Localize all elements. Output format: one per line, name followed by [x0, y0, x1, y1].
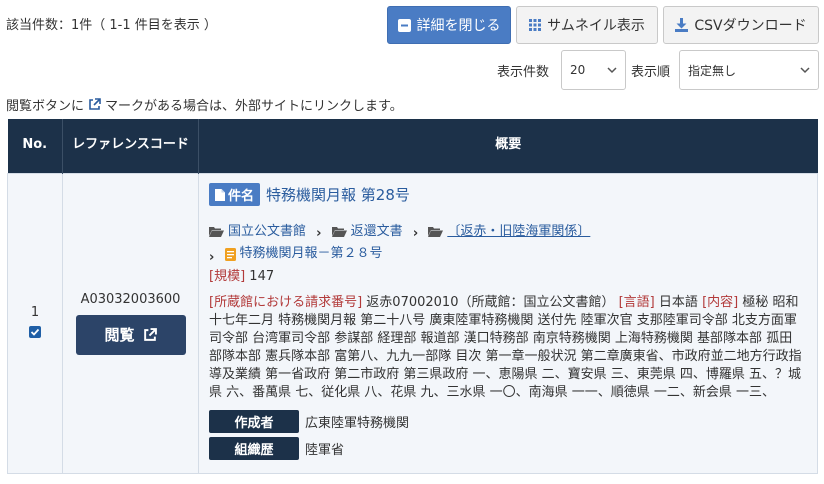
breadcrumb: 国立公文書館 › 返還文書 › 〔返赤・旧陸海軍関係〕 › 特務機関月報－第２８… — [209, 222, 805, 268]
description: [所蔵館における請求番号] 返赤07002010（所蔵館：国立公文書館） [言語… — [209, 294, 805, 402]
close-detail-label: 詳細を閉じる — [416, 18, 501, 34]
external-link-notice: 閲覧ボタンに マークがある場合は、外部サイトにリンクします。 — [6, 95, 403, 114]
reference-code: A03032003600 — [80, 291, 181, 307]
per-page-label: 表示件数 — [497, 65, 550, 80]
view-label: 閲覧 — [104, 326, 135, 344]
order-select[interactable]: 指定無し — [679, 50, 819, 90]
thumbnail-button[interactable]: サムネイル表示 — [516, 6, 658, 44]
header-no: No. — [7, 119, 63, 173]
creator-value: 広東陸軍特務機関 — [305, 415, 410, 431]
notice-before: 閲覧ボタンに — [6, 99, 85, 114]
breadcrumb-label: 特務機関月報－第２８号 — [239, 246, 383, 261]
content-value: 極秘 昭和十七年二月 特務機関月報 第二十八号 廣東陸軍特務機関 送付先 陸軍次… — [209, 294, 802, 400]
breadcrumb-label: 〔返赤・旧陸海軍関係〕 — [447, 223, 591, 239]
row-number: 1 — [30, 304, 40, 320]
breadcrumb-item[interactable]: 〔返赤・旧陸海軍関係〕 — [428, 222, 590, 242]
document-icon — [224, 247, 236, 261]
row-no-cell: 1 — [7, 172, 63, 474]
document-icon — [215, 188, 225, 201]
breadcrumb-label: 国立公文書館 — [228, 223, 307, 239]
grid-icon — [529, 19, 542, 31]
results-table: No. レファレンスコード 概要 1 A03032003600 閲覧 件名 特務… — [7, 119, 818, 474]
download-icon — [675, 18, 689, 32]
header-summary: 概要 — [198, 119, 818, 173]
request-label: [所蔵館における請求番号] — [209, 294, 363, 310]
breadcrumb-item[interactable]: 特務機関月報－第２８号 — [224, 244, 383, 264]
breadcrumb-label: 返還文書 — [350, 223, 403, 239]
scale-label: [規模] — [209, 268, 246, 284]
folder-open-icon — [331, 227, 347, 237]
organization-value: 陸軍省 — [305, 442, 345, 458]
folder-open-icon — [428, 227, 444, 237]
breadcrumb-separator: › — [316, 226, 322, 241]
external-link-icon — [143, 327, 157, 341]
external-link-icon — [89, 98, 101, 110]
scale-value: 147 — [249, 268, 275, 284]
chevron-down-icon — [800, 67, 810, 74]
csv-download-button[interactable]: CSVダウンロード — [663, 6, 819, 44]
breadcrumb-separator: › — [209, 249, 215, 265]
table-header-row: No. レファレンスコード 概要 — [7, 119, 818, 173]
creator-label: 作成者 — [209, 409, 299, 433]
scale-line: [規模] 147 — [209, 268, 805, 286]
csv-label: CSVダウンロード — [694, 18, 807, 34]
organization-label: 組織歴 — [209, 436, 299, 460]
breadcrumb-item[interactable]: 返還文書 — [331, 222, 403, 242]
request-value: 返赤07002010（所蔵館：国立公文書館） — [366, 294, 615, 310]
result-count: 該当件数：1件（ 1-1 件目を表示 ） — [6, 18, 217, 33]
order-label: 表示順 — [631, 65, 671, 80]
subject-tag-label: 件名 — [228, 189, 255, 204]
per-page-value: 20 — [570, 63, 586, 77]
view-button[interactable]: 閲覧 — [75, 314, 186, 355]
record-title[interactable]: 特務機関月報 第28号 — [266, 184, 410, 205]
close-detail-button[interactable]: 詳細を閉じる — [387, 6, 511, 44]
order-value: 指定無し — [688, 63, 737, 78]
breadcrumb-separator: › — [412, 226, 419, 241]
chevron-down-icon — [607, 67, 617, 74]
content-label: [内容] — [702, 294, 739, 310]
record-title-row: 件名 特務機関月報 第28号 — [209, 182, 805, 208]
notice-after: マークがある場合は、外部サイトにリンクします。 — [105, 99, 403, 114]
thumbnail-label: サムネイル表示 — [547, 18, 645, 34]
language-label: [言語] — [618, 294, 655, 310]
minus-square-icon — [397, 18, 411, 32]
table-row: 1 A03032003600 閲覧 件名 特務機関月報 第28号 国立公文書館 … — [7, 172, 818, 474]
creator-row: 作成者 広東陸軍特務機関 — [209, 409, 805, 433]
check-icon — [30, 328, 40, 336]
language-value: 日本語 — [658, 294, 698, 310]
row-summary-cell: 件名 特務機関月報 第28号 国立公文書館 › 返還文書 › 〔返赤・旧陸海軍関… — [198, 172, 818, 474]
subject-tag: 件名 — [209, 183, 261, 206]
organization-row: 組織歴 陸軍省 — [209, 436, 805, 460]
breadcrumb-item[interactable]: 国立公文書館 — [209, 222, 306, 242]
row-checkbox[interactable] — [29, 325, 41, 338]
header-ref: レファレンスコード — [62, 119, 199, 173]
row-ref-cell: A03032003600 閲覧 — [62, 172, 199, 474]
folder-open-icon — [209, 227, 224, 237]
per-page-select[interactable]: 20 — [561, 50, 626, 90]
